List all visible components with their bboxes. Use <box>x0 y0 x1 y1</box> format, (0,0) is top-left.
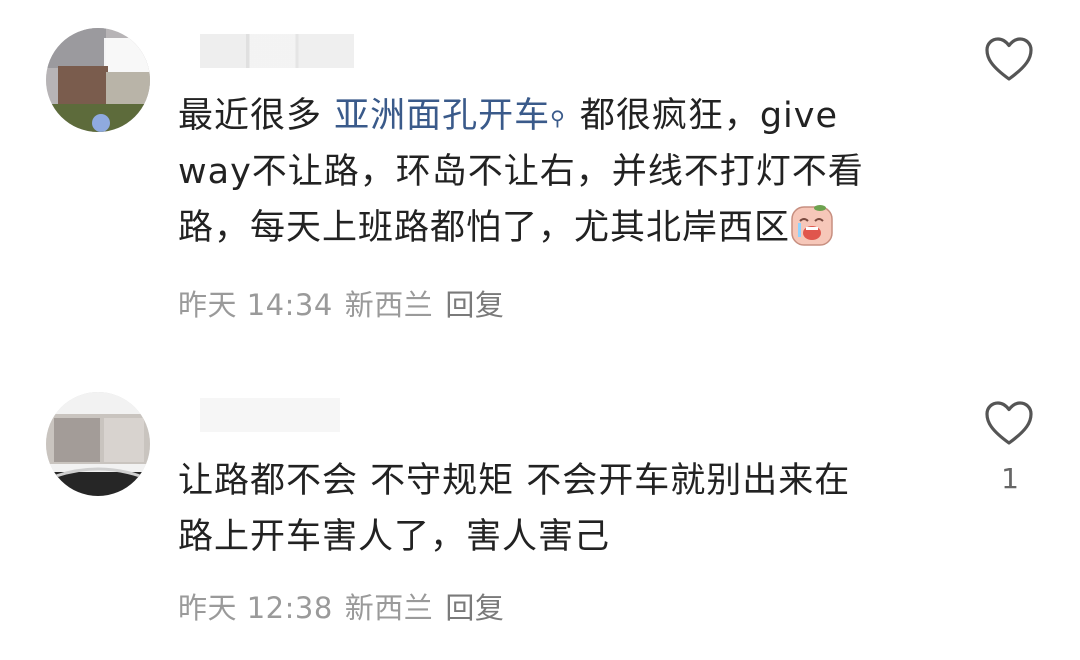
comment-location: 新西兰 <box>344 591 434 625</box>
comment-text: 路，每天上班路都怕了，尤其北岸西区 <box>178 208 791 248</box>
like-count: 1 <box>1001 462 1019 495</box>
comment-meta: 昨天 12:38 新西兰 回复 <box>178 585 504 627</box>
username-blurred[interactable] <box>200 34 354 68</box>
search-link-icon[interactable]: ⚲ <box>550 106 566 130</box>
comment-item: 让路都不会 不守规矩 不会开车就别出来在 路上开车害人了，害人害己 昨天 12:… <box>0 340 1080 660</box>
comment-line: 路，每天上班路都怕了，尤其北岸西区 <box>178 200 938 256</box>
reply-button[interactable]: 回复 <box>445 282 504 324</box>
comment-text: 都很疯狂，give <box>579 96 838 136</box>
reply-button[interactable]: 回复 <box>445 585 504 627</box>
like-button[interactable] <box>984 36 1034 82</box>
comment-line: 让路都不会 不守规矩 不会开车就别出来在 <box>178 461 851 501</box>
comment-location: 新西兰 <box>344 288 434 322</box>
comment-line: 最近很多 亚洲面孔开车⚲ 都很疯狂，give <box>178 88 938 144</box>
crying-face-emoji-icon <box>790 203 834 247</box>
avatar-image <box>46 28 150 132</box>
avatar[interactable] <box>46 28 150 132</box>
comment-line: 路上开车害人了，害人害己 <box>178 517 611 557</box>
comment-item: 最近很多 亚洲面孔开车⚲ 都很疯狂，give way不让路，环岛不让右，并线不打灯… <box>0 0 1080 340</box>
comment-line: way不让路，环岛不让右，并线不打灯不看 <box>178 152 864 192</box>
comment-text: 最近很多 <box>178 96 335 136</box>
heart-outline-icon <box>985 401 1033 445</box>
heart-outline-icon <box>985 37 1033 81</box>
username-blurred[interactable] <box>200 398 340 432</box>
avatar[interactable] <box>46 392 150 496</box>
comment-time: 昨天 14:34 <box>178 288 333 322</box>
comment-meta: 昨天 14:34 新西兰 回复 <box>178 282 504 324</box>
comment-body: 最近很多 亚洲面孔开车⚲ 都很疯狂，give way不让路，环岛不让右，并线不打灯… <box>178 88 938 256</box>
comment-body: 让路都不会 不守规矩 不会开车就别出来在 路上开车害人了，害人害己 <box>178 453 938 565</box>
comment-time: 昨天 12:38 <box>178 591 333 625</box>
search-link[interactable]: 亚洲面孔开车 <box>334 96 550 136</box>
like-button[interactable] <box>984 400 1034 446</box>
avatar-image <box>46 392 150 496</box>
